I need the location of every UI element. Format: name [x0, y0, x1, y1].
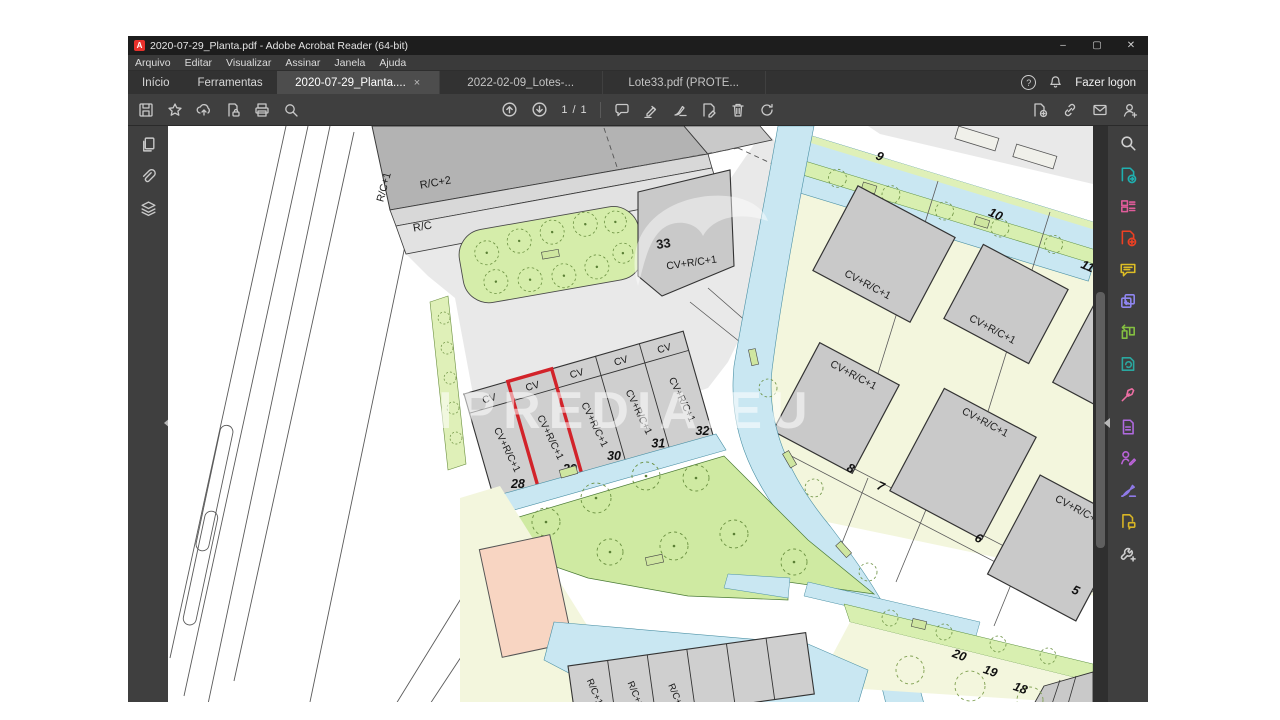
window-title: 2020-07-29_Planta.pdf - Adobe Acrobat Re… [150, 40, 408, 52]
toolbar: 1 / 1 [128, 94, 1148, 126]
search-tool-icon[interactable] [1119, 134, 1137, 152]
sign-pen-icon[interactable] [672, 102, 688, 118]
request-signatures-icon[interactable] [1119, 449, 1137, 467]
tab-doc-planta-label: 2020-07-29_Planta.... [295, 77, 406, 89]
attachments-paperclip-icon[interactable] [140, 168, 157, 185]
export-pdf-icon[interactable] [1119, 166, 1137, 184]
maximize-button[interactable]: ▢ [1080, 40, 1114, 51]
next-page-icon[interactable] [531, 101, 548, 118]
highlighter-icon[interactable] [643, 102, 659, 118]
expand-tools-panel-icon[interactable] [1104, 418, 1110, 428]
account-avatar-icon[interactable] [1122, 102, 1138, 118]
page-thumbnails-icon[interactable] [140, 136, 157, 153]
notifications-bell-icon[interactable] [1048, 75, 1063, 90]
vertical-scrollbar[interactable] [1093, 126, 1108, 702]
menu-bar: Arquivo Editar Visualizar Assinar Janela… [128, 55, 1148, 71]
edit-pdf-icon[interactable] [1119, 197, 1137, 215]
create-pdf-icon[interactable] [1119, 229, 1137, 247]
page-indicator[interactable]: 1 / 1 [561, 104, 586, 116]
lot-33-number: 33 [655, 235, 671, 252]
page-current[interactable]: 1 [561, 104, 567, 116]
menu-editar[interactable]: Editar [178, 57, 219, 69]
watermark-text: IPREDIA.EU [438, 382, 816, 440]
menu-visualizar[interactable]: Visualizar [219, 57, 278, 69]
certificates-icon[interactable] [1119, 481, 1137, 499]
email-icon[interactable] [1092, 102, 1108, 118]
print-icon[interactable] [254, 102, 270, 118]
tab-close-icon[interactable]: × [414, 77, 420, 89]
close-button[interactable]: ✕ [1114, 40, 1148, 51]
redo-icon[interactable] [759, 102, 775, 118]
pdf-document-canvas[interactable]: R/C+1 R/C+2 R/C [168, 126, 1093, 702]
minimize-button[interactable]: – [1046, 40, 1080, 51]
tab-doc-lote33[interactable]: Lote33.pdf (PROTE... [603, 71, 766, 94]
tab-doc-planta[interactable]: 2020-07-29_Planta.... × [277, 71, 440, 94]
organize-pages-icon[interactable] [1119, 323, 1137, 341]
previous-page-icon[interactable] [501, 101, 518, 118]
tab-inicio[interactable]: Início [128, 71, 184, 94]
combine-files-icon[interactable] [1119, 292, 1137, 310]
tab-doc-lotes-label: 2022-02-09_Lotes-... [467, 77, 574, 89]
share-cloud-icon[interactable] [196, 102, 212, 118]
export-pdf-toolbar-icon[interactable] [1032, 102, 1048, 118]
menu-ajuda[interactable]: Ajuda [372, 57, 413, 69]
save-icon[interactable] [138, 102, 154, 118]
tab-ferramentas[interactable]: Ferramentas [184, 71, 277, 94]
menu-assinar[interactable]: Assinar [278, 57, 327, 69]
find-icon[interactable] [283, 102, 299, 118]
comment-icon[interactable] [614, 102, 630, 118]
help-icon[interactable]: ? [1021, 75, 1036, 90]
page-divider: / [572, 104, 575, 116]
tab-doc-lotes[interactable]: 2022-02-09_Lotes-... [440, 71, 603, 94]
stamp-icon[interactable] [701, 102, 717, 118]
send-for-review-icon[interactable] [1119, 512, 1137, 530]
page-total: 1 [581, 104, 587, 116]
tab-bar: Início Ferramentas 2020-07-29_Planta....… [128, 71, 1148, 94]
title-bar: A 2020-07-29_Planta.pdf - Adobe Acrobat … [128, 36, 1148, 55]
tools-panel-rail [1108, 126, 1148, 702]
menu-arquivo[interactable]: Arquivo [128, 57, 178, 69]
file-lock-icon[interactable] [225, 102, 241, 118]
share-link-icon[interactable] [1062, 102, 1078, 118]
delete-icon[interactable] [730, 102, 746, 118]
scan-ocr-icon[interactable] [1119, 355, 1137, 373]
login-button[interactable]: Fazer logon [1075, 77, 1136, 89]
prepare-form-icon[interactable] [1119, 418, 1137, 436]
acrobat-app-icon: A [134, 40, 145, 51]
layers-icon[interactable] [140, 200, 157, 217]
site-plan-drawing: R/C+1 R/C+2 R/C [168, 126, 1093, 702]
more-tools-icon[interactable] [1119, 544, 1137, 562]
star-icon[interactable] [167, 102, 183, 118]
fill-sign-icon[interactable] [1119, 386, 1137, 404]
comment-tool-icon[interactable] [1119, 260, 1137, 278]
tab-doc-lote33-label: Lote33.pdf (PROTE... [628, 77, 739, 89]
left-panel-rail [128, 126, 168, 702]
menu-janela[interactable]: Janela [327, 57, 372, 69]
acrobat-window: A 2020-07-29_Planta.pdf - Adobe Acrobat … [128, 36, 1148, 702]
